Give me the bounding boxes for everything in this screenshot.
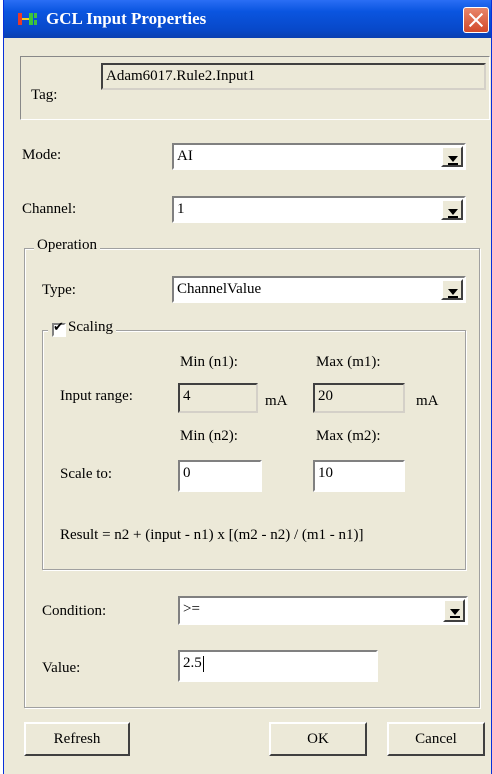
max-m2-label: Max (m2): — [316, 428, 381, 444]
chevron-down-icon[interactable] — [441, 279, 463, 300]
condition-dropdown[interactable]: >= — [178, 596, 468, 625]
scaling-checkbox[interactable] — [52, 320, 66, 337]
type-value: ChannelValue — [177, 281, 262, 297]
tag-panel: Tag: Adam6017.Rule2.Input1 — [20, 56, 490, 120]
mode-value: AI — [177, 148, 193, 164]
channel-value: 1 — [177, 201, 185, 217]
tag-field: Adam6017.Rule2.Input1 — [101, 63, 486, 90]
scale-min-input[interactable]: 0 — [178, 460, 262, 492]
window-title: GCL Input Properties — [46, 9, 207, 28]
channel-label: Channel: — [22, 201, 77, 217]
condition-label: Condition: — [42, 603, 107, 619]
formula-text: Result = n2 + (input - n1) x [(m2 - n2) … — [60, 527, 364, 543]
channel-dropdown[interactable]: 1 — [172, 196, 466, 223]
app-icon — [18, 13, 37, 25]
refresh-button[interactable]: Refresh — [24, 722, 130, 756]
max-m1-label: Max (m1): — [316, 354, 381, 370]
type-dropdown[interactable]: ChannelValue — [172, 276, 466, 303]
scale-to-label: Scale to: — [60, 466, 113, 482]
operation-legend: Operation — [34, 237, 100, 254]
text-caret — [202, 655, 204, 672]
input-max-unit: mA — [416, 393, 439, 409]
mode-label: Mode: — [22, 147, 62, 163]
dialog-window: GCL Input Properties Tag: Adam6017.Rule2… — [3, 0, 492, 774]
type-label: Type: — [42, 282, 76, 298]
input-min-field: 4 — [178, 383, 258, 413]
input-min-unit: mA — [265, 393, 288, 409]
condition-value: >= — [183, 601, 200, 617]
input-range-label: Input range: — [60, 388, 133, 404]
cancel-button[interactable]: Cancel — [387, 722, 485, 756]
value-input[interactable]: 2.5 — [178, 650, 378, 682]
min-n1-label: Min (n1): — [180, 354, 238, 370]
chevron-down-icon[interactable] — [441, 199, 463, 220]
value-label: Value: — [42, 660, 81, 676]
chevron-down-icon[interactable] — [441, 146, 463, 167]
tag-label: Tag: — [31, 87, 58, 103]
title-bar[interactable]: GCL Input Properties — [4, 0, 491, 38]
chevron-down-icon[interactable] — [443, 599, 465, 622]
min-n2-label: Min (n2): — [180, 428, 238, 444]
value-text: 2.5 — [183, 655, 202, 671]
input-max-field: 20 — [313, 383, 405, 413]
mode-dropdown[interactable]: AI — [172, 143, 466, 170]
scale-max-input[interactable]: 10 — [313, 460, 405, 492]
close-icon[interactable] — [463, 7, 489, 33]
ok-button[interactable]: OK — [269, 722, 367, 756]
